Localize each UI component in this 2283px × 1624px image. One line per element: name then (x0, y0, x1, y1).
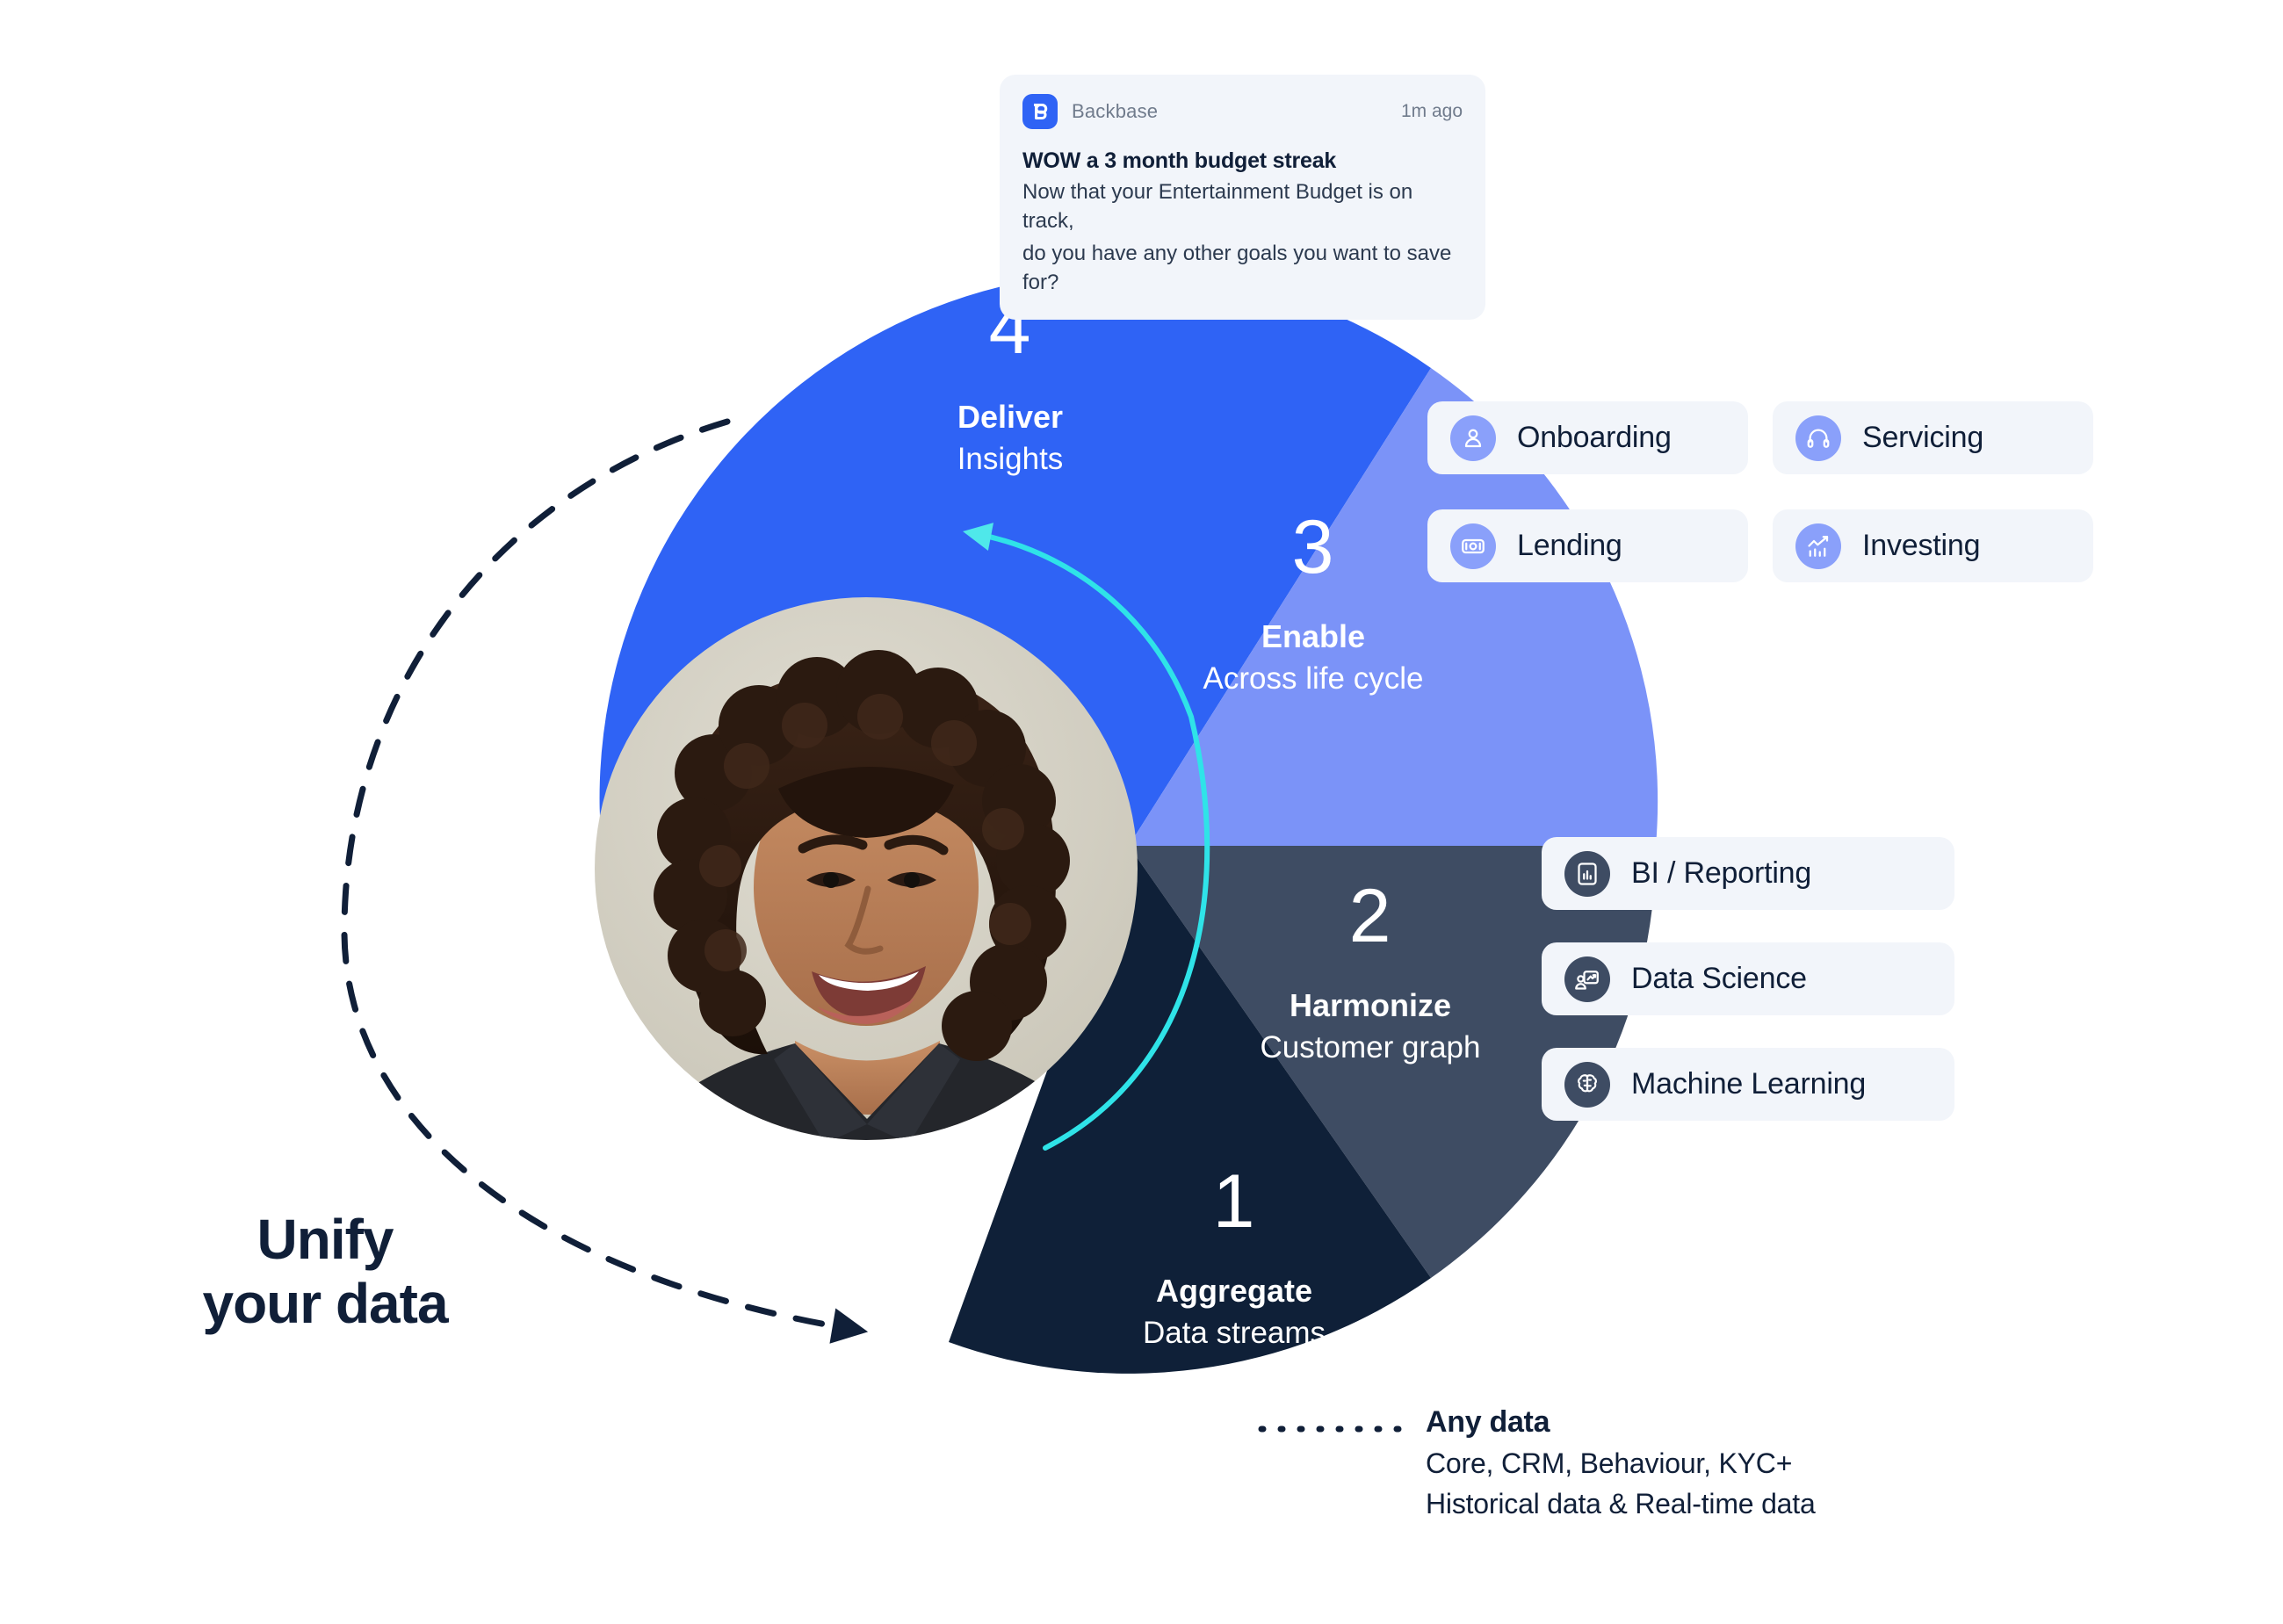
bar-chart-icon (1564, 850, 1610, 897)
notification-header: Backbase 1m ago (1022, 94, 1463, 129)
notification-body-line-1: Now that your Entertainment Budget is on… (1022, 180, 1413, 234)
chip-label: Lending (1517, 529, 1622, 562)
chip-servicing[interactable]: Servicing (1773, 401, 2093, 474)
backbase-logo-icon (1022, 94, 1058, 129)
banknote-icon (1450, 523, 1496, 569)
any-data-line-1: Core, CRM, Behaviour, KYC+ (1426, 1447, 1793, 1479)
brain-icon (1564, 1061, 1610, 1108)
chip-bi-reporting[interactable]: BI / Reporting (1542, 837, 1954, 910)
chip-label: Onboarding (1517, 421, 1672, 454)
notification-card[interactable]: Backbase 1m ago WOW a 3 month budget str… (1000, 75, 1485, 321)
person-icon (1450, 415, 1496, 461)
notification-timestamp: 1m ago (1400, 101, 1463, 121)
chip-label: Investing (1862, 529, 1981, 562)
chip-label: BI / Reporting (1631, 856, 1812, 890)
chip-onboarding[interactable]: Onboarding (1427, 401, 1748, 474)
presentation-person-icon (1564, 956, 1610, 1002)
headline-line-2: your data (202, 1271, 448, 1335)
chip-investing[interactable]: Investing (1773, 509, 2093, 582)
infographic-canvas: 4 Deliver Insights 3 Enable Across life … (0, 0, 2283, 1624)
chip-data-science[interactable]: Data Science (1542, 942, 1954, 1015)
chip-lending[interactable]: Lending (1427, 509, 1748, 582)
headset-icon (1795, 415, 1841, 461)
any-data-callout: Any data Core, CRM, Behaviour, KYC+ Hist… (1426, 1405, 1816, 1520)
chip-label: Machine Learning (1631, 1067, 1867, 1101)
chip-label: Data Science (1631, 962, 1807, 995)
notification-title: WOW a 3 month budget streak (1022, 148, 1337, 173)
chip-label: Servicing (1862, 421, 1984, 454)
any-data-leader (1233, 1419, 1407, 1439)
any-data-line-2: Historical data & Real-time data (1426, 1488, 1816, 1519)
headline-line-1: Unify (256, 1208, 394, 1271)
notification-body-line-2: do you have any other goals you want to … (1022, 242, 1452, 295)
page-title: Unify your data (123, 1208, 527, 1336)
notification-brand: Backbase (1072, 100, 1159, 122)
chip-machine-learning[interactable]: Machine Learning (1542, 1048, 1954, 1121)
any-data-title: Any data (1426, 1405, 1550, 1439)
chart-growth-icon (1795, 523, 1841, 569)
